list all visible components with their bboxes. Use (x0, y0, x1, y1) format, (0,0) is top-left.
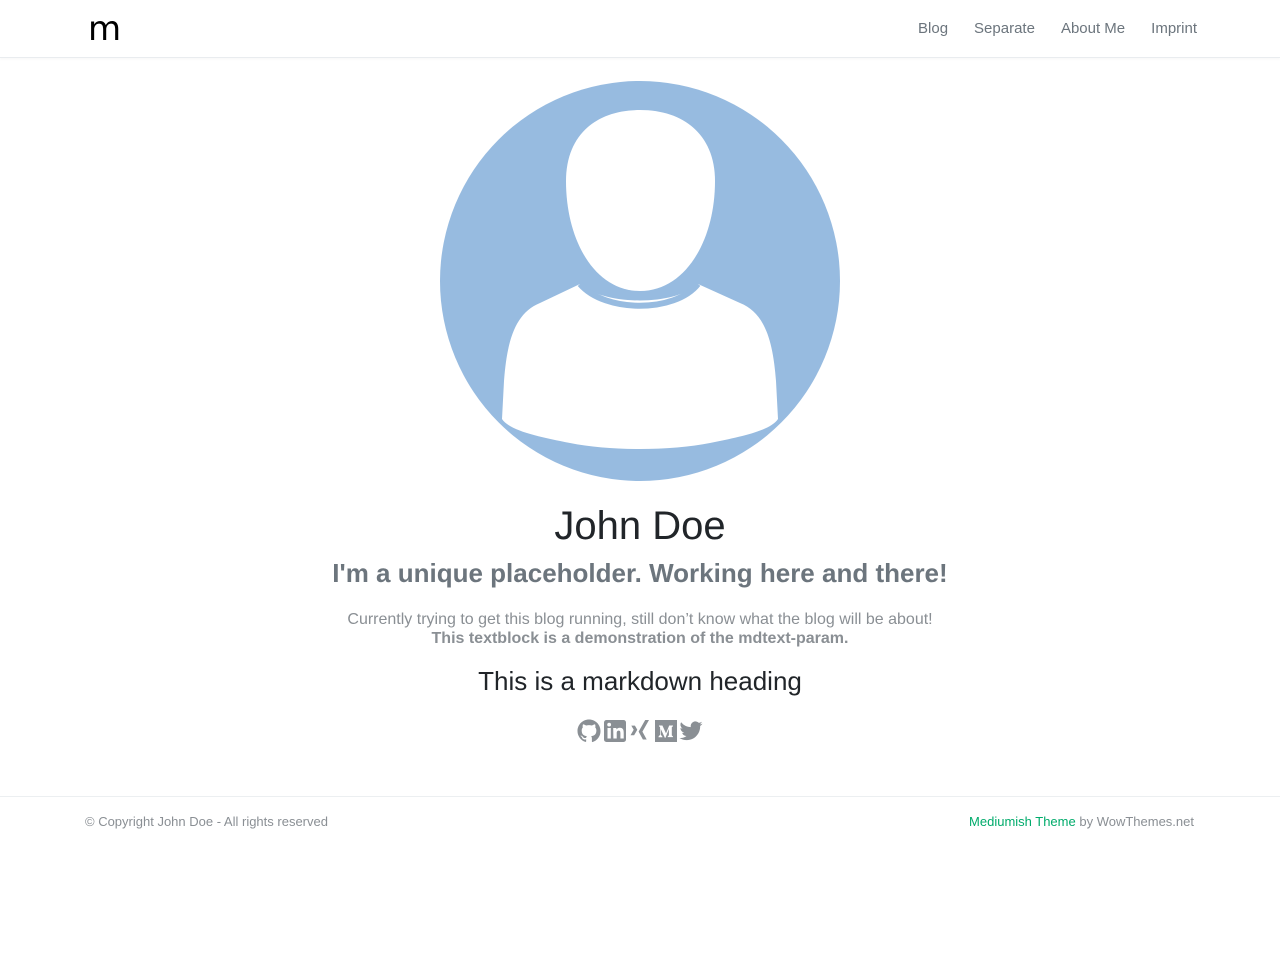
theme-link[interactable]: Mediumish Theme (969, 814, 1076, 829)
profile-description: Currently trying to get this blog runnin… (0, 610, 1280, 648)
person-silhouette-icon (440, 81, 840, 481)
description-line: Currently trying to get this blog runnin… (347, 611, 933, 628)
nav-link-about-me[interactable]: About Me (1061, 19, 1125, 39)
avatar (440, 81, 840, 481)
nav-link-blog[interactable]: Blog (918, 19, 948, 39)
profile-tagline: I'm a unique placeholder. Working here a… (332, 558, 948, 588)
linkedin-icon[interactable] (603, 719, 627, 743)
twitter-icon[interactable] (679, 719, 703, 743)
nav-link-separate[interactable]: Separate (974, 19, 1035, 39)
nav-link-imprint[interactable]: Imprint (1151, 19, 1197, 39)
main-nav: Blog Separate About Me Imprint (892, 19, 1197, 39)
footer-copyright: © Copyright John Doe - All rights reserv… (85, 814, 328, 829)
markdown-heading: This is a markdown heading (478, 666, 802, 696)
navbar: m Blog Separate About Me Imprint (0, 0, 1280, 58)
footer: © Copyright John Doe - All rights reserv… (0, 796, 1280, 856)
social-links (577, 718, 703, 744)
description-bold-line: This textblock is a demonstration of the… (431, 630, 849, 647)
github-icon[interactable] (577, 719, 601, 743)
xing-icon[interactable] (628, 719, 652, 743)
medium-icon[interactable] (654, 719, 678, 743)
footer-credit: Mediumish Theme by WowThemes.net (969, 814, 1194, 830)
profile-name: John Doe (554, 504, 726, 548)
credit-suffix: by WowThemes.net (1075, 814, 1194, 829)
brand-logo[interactable]: m (88, 10, 121, 48)
